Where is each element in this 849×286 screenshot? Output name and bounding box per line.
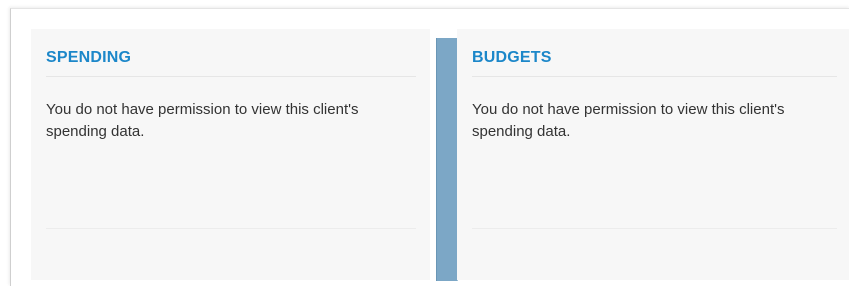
spending-permission-message: You do not have permission to view this … <box>46 101 359 140</box>
panel-separator <box>436 38 458 281</box>
spending-panel: SPENDING You do not have permission to v… <box>31 29 430 280</box>
budgets-title-divider <box>472 76 837 77</box>
spending-footer-divider <box>46 228 416 229</box>
spending-title: SPENDING <box>46 49 132 66</box>
budgets-footer-divider <box>472 228 837 229</box>
dashboard-frame: SPENDING You do not have permission to v… <box>10 8 849 286</box>
budgets-panel: BUDGETS You do not have permission to vi… <box>457 29 849 280</box>
budgets-permission-message: You do not have permission to view this … <box>472 101 785 140</box>
budgets-title: BUDGETS <box>472 49 552 66</box>
spending-title-divider <box>46 76 416 77</box>
